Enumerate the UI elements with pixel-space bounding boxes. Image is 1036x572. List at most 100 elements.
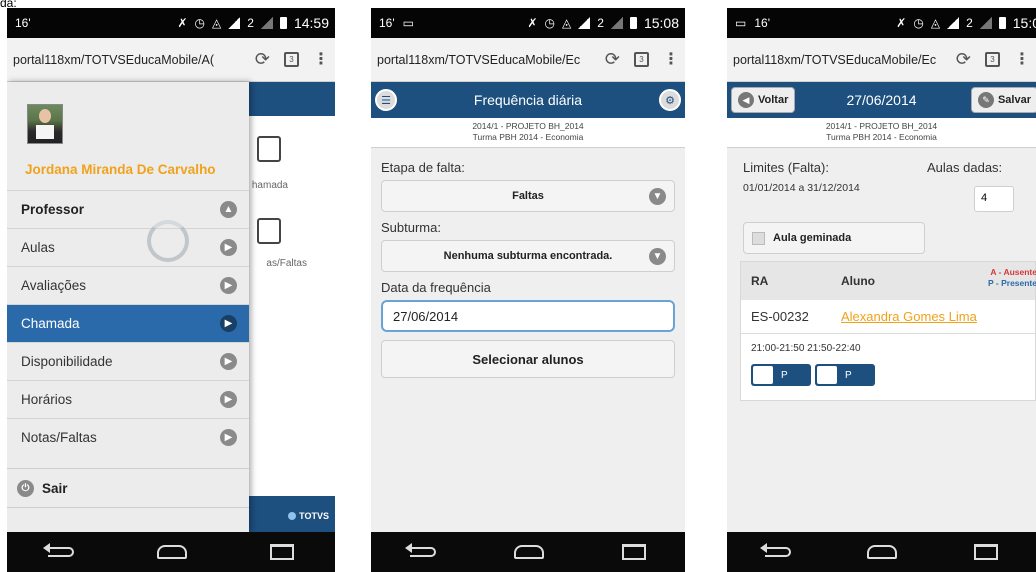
home-icon[interactable]	[156, 545, 187, 559]
save-button[interactable]: ✎ Salvar	[970, 87, 1036, 113]
menu-item-notas-faltas[interactable]: Notas/Faltas ▶	[7, 418, 249, 456]
android-nav-bar	[371, 532, 685, 572]
recent-apps-icon[interactable]	[269, 544, 294, 560]
date-input[interactable]: 27/06/2014	[381, 300, 675, 332]
menu-item-label: Disponibilidade	[21, 354, 113, 369]
signal-icon	[578, 17, 591, 29]
presence-toggle-1[interactable]: P	[751, 364, 811, 386]
etapa-value: Faltas	[512, 190, 544, 202]
tabs-icon[interactable]: 3	[284, 52, 299, 67]
menu-icon[interactable]: ☰	[375, 89, 397, 111]
overflow-menu-icon[interactable]: ⋮	[663, 51, 679, 68]
aulas-input[interactable]: 4	[974, 186, 1014, 212]
presence-value: P	[845, 369, 852, 381]
power-icon: ⏻	[17, 479, 34, 497]
signal-icon-secondary	[260, 17, 273, 29]
side-menu-drawer: Jordana Miranda De Carvalho Professor ▲ A…	[7, 82, 249, 532]
recent-apps-icon[interactable]	[973, 544, 998, 560]
list-icon	[257, 218, 281, 244]
students-table: RA Aluno A - Ausente P - Presente ES-002…	[740, 261, 1036, 401]
browser-url-bar[interactable]: portal118xm/TOTVSEducaMobile/Ec ⟳ 3 ⋮	[727, 38, 1036, 82]
subturma-select[interactable]: Nenhuma subturma encontrada. ▼	[381, 240, 675, 272]
chevron-right-icon: ▶	[220, 277, 237, 294]
course-line: 2014/1 - PROJETO BH_2014	[472, 121, 584, 131]
select-students-button[interactable]: Selecionar alunos	[381, 340, 675, 378]
menu-header-professor[interactable]: Professor ▲	[7, 190, 249, 228]
status-bar: 16' ✗ ◷ ◬ 2 14:59	[7, 8, 335, 38]
geminada-checkbox[interactable]: Aula geminada	[743, 222, 925, 254]
class-info: 2014/1 - PROJETO BH_2014 Turma PBH 2014 …	[371, 118, 685, 148]
frequency-form: Etapa de falta: Faltas ▼ Subturma: Nenhum…	[371, 160, 685, 378]
checkbox-icon	[752, 231, 765, 245]
back-icon[interactable]	[405, 543, 436, 557]
back-icon[interactable]	[760, 543, 792, 557]
etapa-select[interactable]: Faltas ▼	[381, 180, 675, 212]
chevron-down-icon: ▼	[649, 187, 666, 205]
back-button-label: Voltar	[758, 94, 789, 106]
network-indicator: 2	[597, 16, 604, 30]
home-icon[interactable]	[867, 545, 898, 559]
logout-label: Sair	[42, 480, 68, 496]
clock: 15:0	[1012, 15, 1036, 31]
screenshot-stage: da: 16' ✗ ◷ ◬ 2 14:59 portal118xm/TOTVSE…	[0, 0, 1036, 572]
limits-value: 01/01/2014 a 31/12/2014	[743, 182, 860, 194]
url-text[interactable]: portal118xm/TOTVSEducaMobile/Ec	[733, 53, 950, 67]
url-text[interactable]: portal118xm/TOTVSEducaMobile/Ec	[377, 53, 599, 67]
browser-url-bar[interactable]: portal118xm/TOTVSEducaMobile/Ec ⟳ 3 ⋮	[371, 38, 685, 82]
geminada-label: Aula geminada	[773, 232, 852, 244]
underlying-notas-label: as/Faltas	[266, 258, 307, 269]
notification-icon: 16'	[754, 16, 770, 30]
student-name-link[interactable]: Alexandra Gomes Lima	[841, 309, 977, 324]
menu-item-chamada[interactable]: Chamada ▶	[7, 304, 249, 342]
totvs-logo: TOTVS	[288, 511, 329, 521]
menu-item-disponibilidade[interactable]: Disponibilidade ▶	[7, 342, 249, 380]
phone-menu-screen: 16' ✗ ◷ ◬ 2 14:59 portal118xm/TOTVSEduca…	[7, 8, 335, 572]
etapa-label: Etapa de falta:	[381, 160, 465, 175]
aulas-label: Aulas dadas:	[927, 160, 1003, 175]
chevron-right-icon: ▶	[220, 239, 237, 256]
signal-icon-secondary	[979, 17, 992, 29]
reload-icon[interactable]: ⟳	[255, 49, 270, 70]
url-text[interactable]: portal118xm/TOTVSEducaMobile/A(	[13, 53, 249, 67]
tabs-icon[interactable]: 3	[634, 52, 649, 67]
arrow-left-icon: ◀	[738, 92, 754, 108]
browser-url-bar[interactable]: portal118xm/TOTVSEducaMobile/A( ⟳ 3 ⋮	[7, 38, 335, 82]
logout-button[interactable]: ⏻ Sair	[7, 468, 249, 508]
subturma-value: Nenhuma subturma encontrada.	[443, 250, 613, 262]
avatar	[27, 104, 63, 144]
wifi-icon: ◬	[562, 16, 572, 30]
android-nav-bar	[727, 532, 1036, 572]
menu-item-label: Professor	[21, 202, 85, 217]
back-button[interactable]: ◀ Voltar	[731, 87, 796, 113]
menu-list: Professor ▲ Aulas ▶ Avaliações ▶ Chamada ▶ D…	[7, 190, 249, 456]
legend-absent: A - Ausente	[990, 267, 1036, 277]
status-bar: 16' ▭ ✗ ◷ ◬ 2 15:08	[371, 8, 685, 38]
chevron-down-icon: ▼	[649, 247, 666, 265]
alarm-icon: ◷	[913, 16, 924, 30]
home-icon[interactable]	[514, 545, 544, 559]
tabs-icon[interactable]: 3	[985, 52, 1000, 67]
class-line: Turma PBH 2014 - Economia	[472, 132, 584, 142]
menu-item-label: Chamada	[21, 316, 80, 331]
screenshot-icon: ▭	[402, 16, 414, 30]
reload-icon[interactable]: ⟳	[605, 49, 620, 70]
menu-item-aulas[interactable]: Aulas ▶	[7, 228, 249, 266]
menu-item-horarios[interactable]: Horários ▶	[7, 380, 249, 418]
overflow-menu-icon[interactable]: ⋮	[313, 51, 329, 68]
presence-toggle-2[interactable]: P	[815, 364, 875, 386]
limits-label: Limites (Falta):	[743, 160, 829, 175]
chevron-right-icon: ▶	[220, 353, 237, 370]
reload-icon[interactable]: ⟳	[956, 49, 971, 70]
menu-item-avaliacoes[interactable]: Avaliações ▶	[7, 266, 249, 304]
overflow-menu-icon[interactable]: ⋮	[1014, 51, 1030, 68]
recent-apps-icon[interactable]	[622, 544, 646, 560]
class-info: 2014/1 - PROJETO BH_2014 Turma PBH 2014 …	[727, 118, 1036, 148]
gear-icon[interactable]: ⚙	[659, 89, 681, 111]
notification-icon: 16'	[15, 16, 31, 30]
page-title: 27/06/2014	[846, 92, 917, 108]
back-icon[interactable]	[43, 543, 75, 557]
alarm-icon: ◷	[194, 16, 206, 30]
table-header: RA Aluno A - Ausente P - Presente	[741, 262, 1036, 300]
signal-icon	[947, 17, 960, 29]
menu-item-label: Horários	[21, 392, 73, 407]
